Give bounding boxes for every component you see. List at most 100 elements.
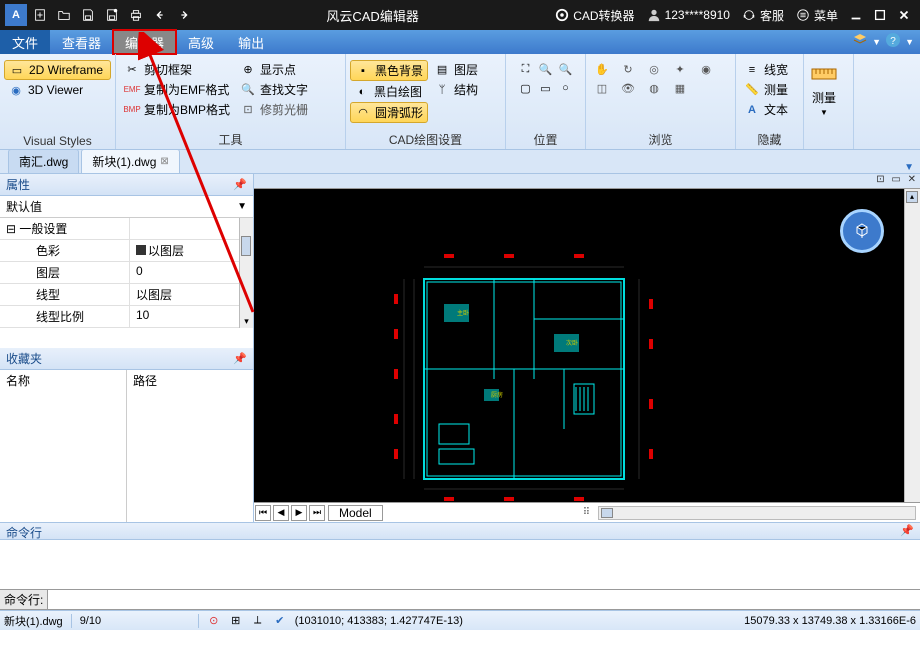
magnify-icon: 🔍	[538, 61, 554, 77]
print-icon[interactable]	[125, 4, 147, 26]
status-coords: (1031010; 413383; 1.427747E-13)	[295, 615, 463, 627]
pin-icon[interactable]: 📌	[233, 178, 247, 191]
nav-9[interactable]: ▦	[668, 79, 692, 97]
canvas-footer: ⏮ ◀ ▶ ⏭ Model ⠿	[254, 502, 920, 522]
menu-editor[interactable]: 编辑器	[113, 30, 176, 54]
hamburger-menu[interactable]: 菜单	[796, 7, 838, 24]
copy-bmp-button[interactable]: BMP复制为BMP格式	[120, 100, 234, 119]
save-icon[interactable]	[77, 4, 99, 26]
show-point-button[interactable]: ⊕显示点	[236, 60, 312, 79]
cut-frame-button[interactable]: ✂剪切框架	[120, 60, 234, 79]
copy-emf-button[interactable]: EMF复制为EMF格式	[120, 80, 234, 99]
magnify-minus-icon: 🔍	[558, 61, 574, 77]
floorplan-drawing: 主卧 次卧 厨房	[384, 249, 704, 502]
check-icon[interactable]: ✔	[273, 614, 287, 628]
arc-smooth-button[interactable]: ◠圆滑弧形	[350, 102, 428, 123]
prop-val-color[interactable]: 以图层	[130, 240, 239, 261]
bw-draw-button[interactable]: ◐黑白绘图	[350, 82, 428, 101]
canvas-container: ⊡ ▭ ✕	[254, 174, 920, 522]
chevron-down-icon[interactable]: ▼	[905, 37, 914, 47]
ortho-icon[interactable]: ⟂	[251, 614, 265, 628]
nav-7[interactable]: 👁	[616, 79, 640, 97]
command-input[interactable]	[48, 590, 920, 609]
trim-raster-button[interactable]: ⊡修剪光栅	[236, 100, 312, 119]
cad-converter-button[interactable]: CAD转换器	[555, 7, 634, 24]
cube-3d-icon: ◉	[8, 82, 24, 98]
open-icon[interactable]	[53, 4, 75, 26]
tab-nav-prev[interactable]: ◀	[273, 505, 289, 521]
canvas-header-icons[interactable]: ⊡ ▭ ✕	[876, 174, 918, 185]
nav-1[interactable]: ✋	[590, 60, 614, 78]
minimize-button[interactable]	[845, 4, 867, 26]
main-area: 属性📌 默认值▼ ⊟ 一般设置 色彩以图层 图层0 线型以图层 线型比例10 ▾…	[0, 174, 920, 522]
contrast-icon: ◐	[354, 84, 370, 100]
prop-key-linetype: 线型	[0, 284, 130, 305]
pin-icon[interactable]: 📌	[233, 352, 247, 365]
canvas-vscroll[interactable]: ▴	[904, 189, 920, 502]
menu-advanced[interactable]: 高级	[176, 30, 226, 54]
pos-btn-1[interactable]: ⛶🔍🔍	[514, 60, 578, 78]
help-icon[interactable]: ?	[885, 32, 901, 53]
rect-icon: ▭	[538, 80, 554, 96]
doc-tab-active[interactable]: 新块(1).dwg⊠	[81, 149, 179, 173]
viewer-3d-button[interactable]: ◉3D Viewer	[4, 81, 111, 99]
text-button[interactable]: A文本	[740, 100, 799, 119]
doc-tab[interactable]: 南汇.dwg	[8, 149, 79, 173]
new-icon[interactable]	[29, 4, 51, 26]
nav-8[interactable]: ◍	[642, 79, 666, 97]
chevron-down-icon[interactable]: ▼	[872, 37, 881, 47]
pin-icon[interactable]: 📌	[900, 524, 914, 538]
chevron-down-icon[interactable]: ▼	[904, 162, 914, 173]
svg-text:次卧: 次卧	[566, 339, 578, 347]
prop-val-layer[interactable]: 0	[130, 262, 239, 283]
command-prompt-label: 命令行:	[0, 590, 48, 609]
target-icon: ✦	[672, 61, 688, 77]
status-filename: 新块(1).dwg	[4, 613, 63, 629]
canvas-hscroll[interactable]	[598, 506, 916, 520]
redo-icon[interactable]	[173, 4, 195, 26]
tab-nav-last[interactable]: ⏭	[309, 505, 325, 521]
nav-3[interactable]: ◎	[642, 60, 666, 78]
menu-output[interactable]: 输出	[226, 30, 276, 54]
nav-2[interactable]: ↻	[616, 60, 640, 78]
svg-text:?: ?	[890, 36, 896, 47]
nav-5[interactable]: ◉	[694, 60, 718, 78]
prop-val-ltscale[interactable]: 10	[130, 306, 239, 327]
save-as-icon[interactable]	[101, 4, 123, 26]
support-button[interactable]: 客服	[742, 7, 784, 24]
model-space-tab[interactable]: Model	[328, 505, 383, 521]
user-account[interactable]: 123****8910	[647, 8, 730, 22]
lineweight-button[interactable]: ≡线宽	[740, 60, 799, 79]
undo-icon[interactable]	[149, 4, 171, 26]
pos-btn-2[interactable]: ▢▭○	[514, 79, 578, 97]
view-cube[interactable]	[840, 209, 884, 253]
grid-icon[interactable]: ⊞	[229, 614, 243, 628]
prop-val-linetype[interactable]: 以图层	[130, 284, 239, 305]
section-general[interactable]: ⊟ 一般设置	[0, 218, 130, 239]
layer-icon[interactable]	[852, 32, 868, 53]
structure-button[interactable]: ᛘ结构	[430, 80, 482, 99]
menu-viewer[interactable]: 查看器	[50, 30, 113, 54]
eye-icon: 👁	[620, 80, 636, 96]
layers-button[interactable]: ▤图层	[430, 60, 482, 79]
wireframe-2d-button[interactable]: ▭2D Wireframe	[4, 60, 111, 80]
maximize-button[interactable]	[869, 4, 891, 26]
tab-close-icon[interactable]: ⊠	[160, 156, 168, 167]
measure-button[interactable]: 📏测量	[740, 80, 799, 99]
splitter-grip-icon[interactable]: ⠿	[583, 507, 590, 518]
find-text-button[interactable]: 🔍查找文字	[236, 80, 312, 99]
ruler-big-icon	[810, 59, 838, 87]
tab-nav-next[interactable]: ▶	[291, 505, 307, 521]
close-button[interactable]	[893, 4, 915, 26]
tab-nav-first[interactable]: ⏮	[255, 505, 271, 521]
properties-scrollbar[interactable]: ▾	[239, 218, 253, 328]
measure-big-button[interactable]: 测量 ▼	[808, 56, 840, 120]
properties-default-dropdown[interactable]: 默认值▼	[0, 196, 253, 218]
black-bg-button[interactable]: ▪黑色背景	[350, 60, 428, 81]
snap-icon[interactable]: ⊙	[207, 614, 221, 628]
nav-6[interactable]: ◫	[590, 79, 614, 97]
drawing-canvas[interactable]: 主卧 次卧 厨房	[254, 189, 904, 502]
nav-4[interactable]: ✦	[668, 60, 692, 78]
square-icon: ▢	[518, 80, 534, 96]
menu-file[interactable]: 文件	[0, 30, 50, 54]
